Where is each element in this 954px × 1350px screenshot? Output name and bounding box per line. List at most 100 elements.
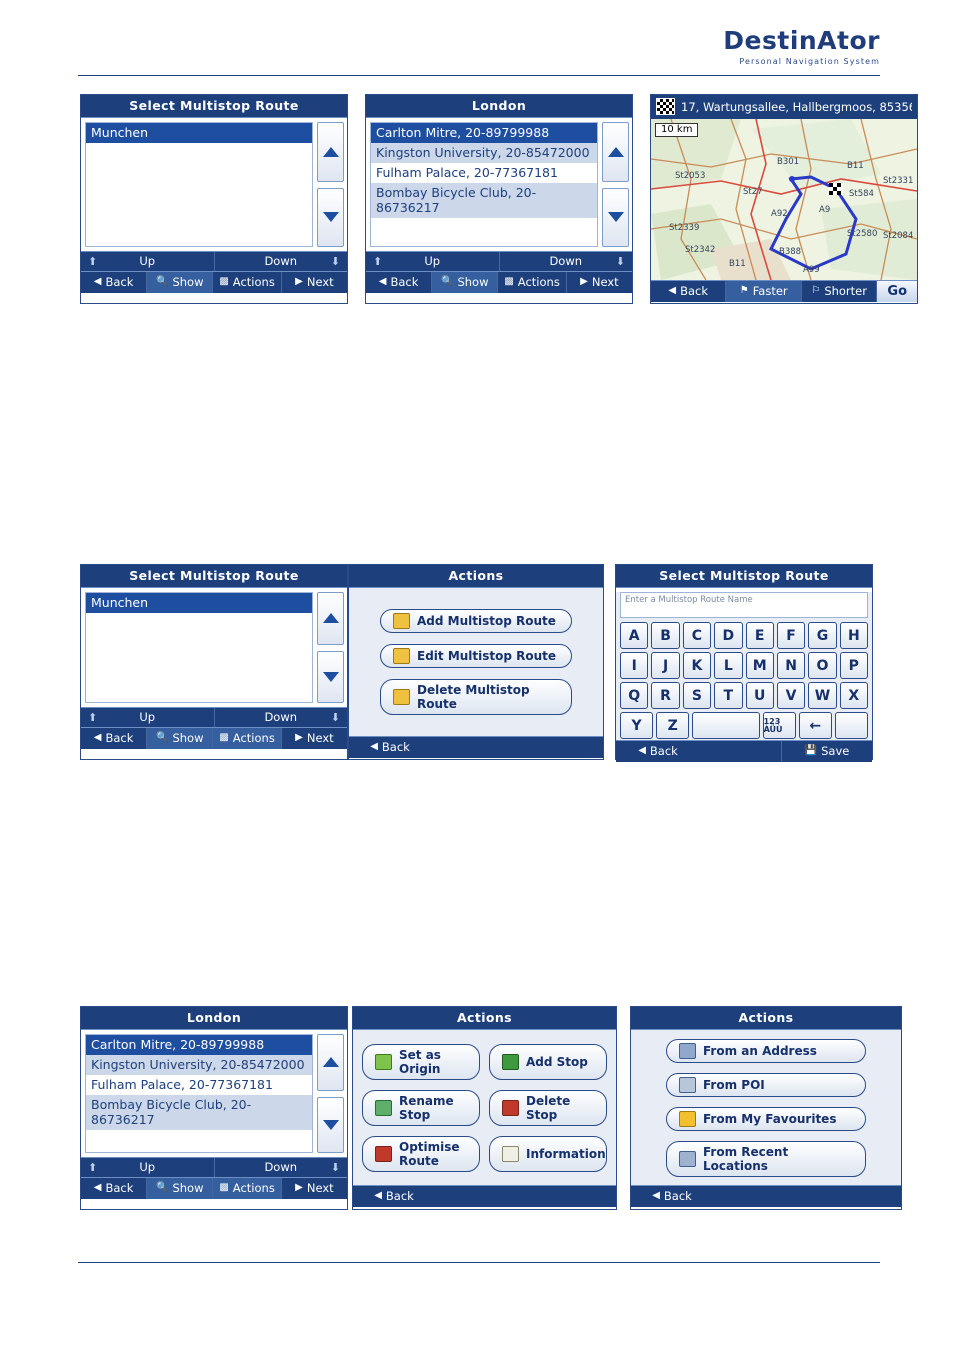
key-w[interactable]: W: [808, 682, 837, 709]
from-poi-button[interactable]: From POI: [666, 1072, 866, 1097]
delete-multistop-route-button[interactable]: Delete Multistop Route: [380, 679, 572, 715]
down-button[interactable]: Down ⬇: [213, 252, 348, 271]
key-s[interactable]: S: [682, 682, 712, 709]
from-my-favourites-button[interactable]: From My Favourites: [666, 1106, 866, 1131]
information-button[interactable]: Information: [489, 1135, 607, 1172]
scroll-down-button[interactable]: [602, 187, 629, 247]
key-l[interactable]: L: [714, 652, 743, 679]
edit-multistop-route-button[interactable]: Edit Multistop Route: [380, 644, 572, 668]
key-space[interactable]: [692, 712, 760, 739]
list-item[interactable]: Fulham Palace, 20-77367181: [371, 163, 597, 183]
back-button[interactable]: ◀ Back: [631, 1186, 713, 1207]
scroll-up-button[interactable]: [317, 592, 344, 645]
up-button[interactable]: ⬆ Up: [81, 252, 214, 271]
add-stop-button[interactable]: Add Stop: [489, 1043, 607, 1080]
key-o[interactable]: O: [808, 652, 837, 679]
key-r[interactable]: R: [651, 682, 680, 709]
list-item[interactable]: Bombay Bicycle Club, 20-86736217: [371, 183, 597, 218]
key-m[interactable]: M: [745, 652, 774, 679]
up-button[interactable]: ⬆ Up: [366, 252, 499, 271]
key-backspace[interactable]: ←: [798, 712, 832, 739]
down-button[interactable]: Down ⬇: [213, 1158, 348, 1177]
list-item[interactable]: Kingston University, 20-85472000: [371, 143, 597, 163]
key-k[interactable]: K: [682, 652, 712, 679]
back-button[interactable]: ◀ Back: [81, 728, 146, 749]
list-item[interactable]: Fulham Palace, 20-77367181: [86, 1075, 312, 1095]
key-numeric-accents[interactable]: 123 ÀÜÙ: [762, 712, 796, 739]
delete-stop-button[interactable]: Delete Stop: [489, 1089, 607, 1126]
key-y[interactable]: Y: [620, 712, 654, 739]
map-canvas[interactable]: 10 km St2053 B301 B11 St2331 St27 St584 …: [651, 119, 917, 280]
key-c[interactable]: C: [682, 622, 712, 649]
back-button[interactable]: ◀ Back: [366, 272, 431, 293]
key-i[interactable]: I: [620, 652, 649, 679]
save-button[interactable]: 💾 Save: [781, 741, 872, 762]
route-list[interactable]: Munchen: [85, 592, 313, 703]
scroll-up-button[interactable]: [602, 122, 629, 182]
down-button[interactable]: Down ⬇: [498, 252, 633, 271]
from-an-address-button[interactable]: From an Address: [666, 1038, 866, 1063]
list-item[interactable]: Bombay Bicycle Club, 20-86736217: [86, 1095, 312, 1130]
show-button[interactable]: 🔍 Show: [146, 1178, 213, 1199]
next-button[interactable]: ▶ Next: [565, 272, 632, 293]
stop-list[interactable]: Carlton Mitre, 20-89799988 Kingston Univ…: [370, 122, 598, 247]
faster-button[interactable]: ⚑ Faster: [725, 281, 801, 302]
back-button[interactable]: ◀ Back: [81, 1178, 146, 1199]
back-button[interactable]: ◀ Back: [651, 281, 725, 302]
actions-button[interactable]: ▩ Actions: [212, 728, 281, 749]
actions-button[interactable]: ▩ Actions: [212, 1178, 281, 1199]
next-button[interactable]: ▶ Next: [280, 728, 347, 749]
from-recent-locations-button[interactable]: From Recent Locations: [666, 1140, 866, 1177]
list-item[interactable]: Carlton Mitre, 20-89799988: [371, 123, 597, 143]
key-t[interactable]: T: [714, 682, 743, 709]
optimise-route-button[interactable]: Optimise Route: [362, 1135, 480, 1172]
route-name-input[interactable]: Enter a Multistop Route Name: [620, 592, 868, 618]
shorter-button[interactable]: ⚐ Shorter: [800, 281, 876, 302]
key-u[interactable]: U: [745, 682, 774, 709]
scroll-up-button[interactable]: [317, 1034, 344, 1091]
rename-stop-button[interactable]: Rename Stop: [362, 1089, 480, 1126]
key-d[interactable]: D: [714, 622, 743, 649]
back-button[interactable]: ◀ Back: [616, 741, 700, 762]
actions-button[interactable]: ▩ Actions: [497, 272, 565, 293]
scroll-up-button[interactable]: [317, 122, 344, 182]
list-item[interactable]: Munchen: [86, 593, 312, 613]
list-item[interactable]: Carlton Mitre, 20-89799988: [86, 1035, 312, 1055]
set-as-origin-button[interactable]: Set as Origin: [362, 1043, 480, 1080]
key-p[interactable]: P: [839, 652, 868, 679]
key-a[interactable]: A: [620, 622, 649, 649]
show-button[interactable]: 🔍 Show: [146, 272, 213, 293]
scroll-down-button[interactable]: [317, 187, 344, 247]
scrollbar[interactable]: [602, 122, 629, 247]
key-z[interactable]: Z: [656, 712, 690, 739]
key-f[interactable]: F: [776, 622, 806, 649]
list-item[interactable]: Kingston University, 20-85472000: [86, 1055, 312, 1075]
key-v[interactable]: V: [776, 682, 806, 709]
back-button[interactable]: ◀ Back: [349, 737, 431, 758]
scrollbar[interactable]: [317, 122, 344, 247]
list-item[interactable]: Munchen: [86, 123, 312, 143]
down-button[interactable]: Down ⬇: [213, 708, 348, 727]
key-x[interactable]: X: [839, 682, 868, 709]
key-g[interactable]: G: [808, 622, 837, 649]
up-button[interactable]: ⬆ Up: [81, 708, 214, 727]
scroll-down-button[interactable]: [317, 650, 344, 703]
back-button[interactable]: ◀ Back: [353, 1186, 435, 1207]
route-list[interactable]: Munchen: [85, 122, 313, 247]
key-b[interactable]: B: [651, 622, 680, 649]
key-e[interactable]: E: [745, 622, 774, 649]
next-button[interactable]: ▶ Next: [280, 1178, 347, 1199]
key-blank[interactable]: [834, 712, 868, 739]
scroll-down-button[interactable]: [317, 1096, 344, 1153]
go-button[interactable]: Go: [876, 281, 918, 302]
add-multistop-route-button[interactable]: Add Multistop Route: [380, 609, 572, 633]
stop-list[interactable]: Carlton Mitre, 20-89799988 Kingston Univ…: [85, 1034, 313, 1153]
up-button[interactable]: ⬆ Up: [81, 1158, 214, 1177]
scrollbar[interactable]: [317, 592, 344, 703]
show-button[interactable]: 🔍 Show: [431, 272, 498, 293]
next-button[interactable]: ▶ Next: [280, 272, 347, 293]
actions-button[interactable]: ▩ Actions: [212, 272, 280, 293]
show-button[interactable]: 🔍 Show: [146, 728, 213, 749]
key-h[interactable]: H: [839, 622, 868, 649]
scrollbar[interactable]: [317, 1034, 344, 1153]
